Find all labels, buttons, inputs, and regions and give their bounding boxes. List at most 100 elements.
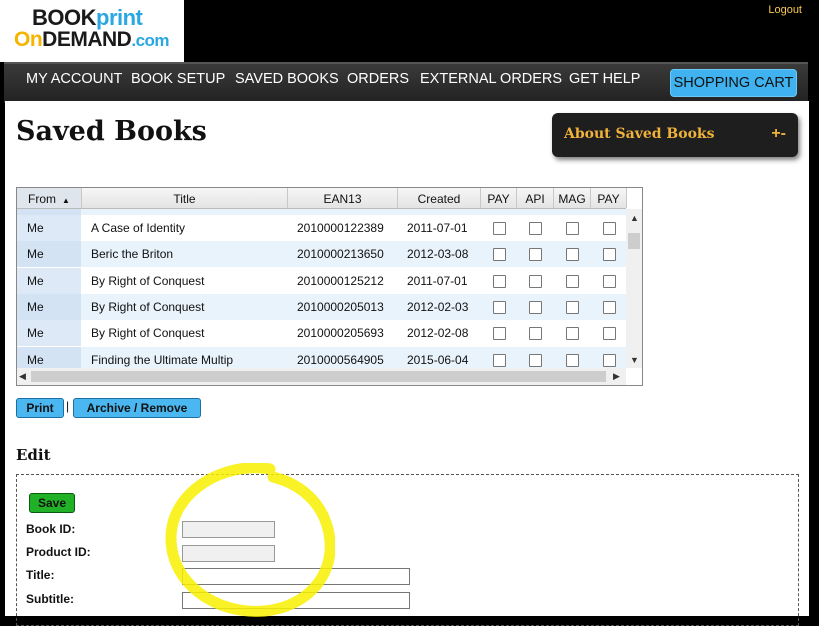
from-cell: Me (17, 241, 81, 268)
logo-line-1: BOOKprint (32, 7, 143, 29)
scroll-right-icon[interactable]: ▶ (613, 371, 620, 382)
mag-checkbox[interactable] (566, 300, 579, 314)
main-content: Saved Books About Saved Books +- From ▲ T… (5, 101, 809, 626)
from-cell: Me (17, 346, 81, 368)
title-label: Title: (26, 568, 55, 582)
from-cell: Me (17, 293, 81, 320)
horizontal-scroll-thumb[interactable] (31, 371, 606, 382)
api-checkbox[interactable] (529, 327, 542, 341)
grid-body: Me A Case of Identity 2010000122389 2011-07… (17, 209, 626, 368)
saved-books-grid: From ▲ Title EAN13 Created PAY API MAG PA… (16, 187, 643, 386)
product-id-label: Product ID: (26, 545, 91, 559)
api-checkbox[interactable] (529, 353, 542, 367)
subtitle-field[interactable] (182, 592, 410, 609)
api-checkbox[interactable] (529, 274, 542, 288)
expand-collapse-icon[interactable]: +- (771, 125, 786, 143)
column-header-pay[interactable]: PAY (481, 188, 517, 208)
logo-com: .com (131, 31, 170, 50)
scroll-left-icon[interactable]: ◀ (19, 371, 26, 382)
nav-book-setup[interactable]: BOOK SETUP (131, 71, 225, 87)
table-row[interactable]: Me Finding the Ultimate Multip 20100005649… (17, 346, 626, 368)
title-cell: Beric the Briton (91, 247, 174, 262)
column-header-mag[interactable]: MAG (554, 188, 591, 208)
ean13-cell: 2010000213650 (297, 247, 384, 262)
api-checkbox[interactable] (529, 300, 542, 314)
created-cell: 2011-07-01 (407, 221, 468, 235)
created-cell: 2015-06-04 (407, 352, 469, 367)
about-saved-books-panel[interactable]: About Saved Books +- (552, 113, 798, 157)
ean13-cell: 2010000125212 (297, 273, 384, 288)
table-row[interactable]: Me By Right of Conquest 2010000125212 2011-… (17, 267, 626, 294)
table-row[interactable]: Me By Right of Conquest 2010000205013 2012-… (17, 293, 626, 320)
title-cell: By Right of Conquest (91, 299, 205, 314)
mag-checkbox[interactable] (566, 222, 579, 235)
created-cell: 2012-03-08 (407, 247, 469, 262)
nav-my-account[interactable]: MY ACCOUNT (26, 71, 122, 87)
bookprintondemand-logo[interactable]: BOOKprint OnDEMAND.com (0, 0, 184, 62)
save-button[interactable]: Save (29, 493, 75, 513)
column-header-title[interactable]: Title (82, 188, 288, 208)
pay-checkbox[interactable] (493, 327, 506, 341)
pay-checkbox[interactable] (493, 353, 506, 367)
print-button[interactable]: Print (16, 398, 64, 418)
shopping-cart-button[interactable]: SHOPPING CART (670, 69, 797, 97)
logout-link[interactable]: Logout (768, 4, 802, 16)
archive-remove-button[interactable]: Archive / Remove (73, 398, 201, 418)
nav-saved-books[interactable]: SAVED BOOKS (235, 71, 339, 87)
horizontal-scrollbar[interactable]: ◀ ▶ (17, 368, 626, 385)
grid-header: From ▲ Title EAN13 Created PAY API MAG PA… (17, 188, 627, 209)
mag-checkbox[interactable] (566, 327, 579, 341)
pay-checkbox-2[interactable] (603, 274, 616, 288)
edit-heading: Edit (16, 446, 51, 464)
from-cell: Me (17, 215, 81, 241)
pay-checkbox[interactable] (493, 274, 506, 288)
edit-panel: Save Book ID: Product ID: Title: Subtitl… (16, 474, 799, 626)
scroll-up-icon[interactable]: ▲ (630, 213, 639, 223)
column-header-created[interactable]: Created (398, 188, 481, 208)
pay-checkbox[interactable] (493, 222, 506, 235)
mag-checkbox[interactable] (566, 274, 579, 288)
table-row[interactable]: Me By Right of Conquest 2010000205693 2012-… (17, 320, 626, 347)
mag-checkbox[interactable] (566, 248, 579, 262)
api-checkbox[interactable] (529, 248, 542, 262)
created-cell: 2012-02-03 (407, 299, 469, 314)
main-nav: MY ACCOUNT BOOK SETUP SAVED BOOKS ORDERS… (4, 62, 808, 103)
vertical-scrollbar[interactable]: ▲ ▼ (626, 209, 642, 368)
table-row[interactable]: Me Beric the Briton 2010000213650 2012-03-0… (17, 241, 626, 268)
pay-checkbox[interactable] (493, 248, 506, 262)
nav-get-help[interactable]: GET HELP (569, 71, 640, 87)
book-id-field[interactable] (182, 521, 275, 538)
nav-external-orders[interactable]: EXTERNAL ORDERS (420, 71, 562, 87)
pay-checkbox-2[interactable] (603, 222, 616, 235)
column-header-from[interactable]: From ▲ (17, 188, 82, 208)
title-cell: Finding the Ultimate Multip (91, 352, 234, 367)
sort-ascending-icon: ▲ (62, 196, 70, 205)
pay-checkbox-2[interactable] (603, 248, 616, 262)
pay-checkbox-2[interactable] (603, 327, 616, 341)
column-header-pay-2[interactable]: PAY (591, 188, 627, 208)
page-title: Saved Books (16, 116, 207, 147)
from-cell: Me (17, 320, 81, 347)
ean13-cell: 2010000564905 (297, 352, 384, 367)
table-row[interactable]: Me A Case of Identity 2010000122389 2011-07… (17, 215, 626, 241)
from-cell: Me (17, 267, 81, 294)
pay-checkbox-2[interactable] (603, 353, 616, 367)
pay-checkbox-2[interactable] (603, 300, 616, 314)
title-cell: By Right of Conquest (91, 273, 205, 288)
created-cell: 2012-02-08 (407, 326, 469, 341)
subtitle-label: Subtitle: (26, 592, 74, 606)
product-id-field[interactable] (182, 545, 275, 562)
mag-checkbox[interactable] (566, 353, 579, 367)
column-header-api[interactable]: API (517, 188, 554, 208)
nav-orders[interactable]: ORDERS (347, 71, 409, 87)
pay-checkbox[interactable] (493, 300, 506, 314)
scroll-down-icon[interactable]: ▼ (630, 355, 639, 365)
button-separator: | (66, 399, 70, 413)
from-header-label: From (28, 192, 57, 206)
api-checkbox[interactable] (529, 222, 542, 235)
about-saved-books-label: About Saved Books (564, 126, 715, 142)
ean13-cell: 2010000205013 (297, 299, 384, 314)
column-header-ean13[interactable]: EAN13 (288, 188, 398, 208)
vertical-scroll-thumb[interactable] (628, 233, 640, 249)
title-field[interactable] (182, 568, 410, 585)
